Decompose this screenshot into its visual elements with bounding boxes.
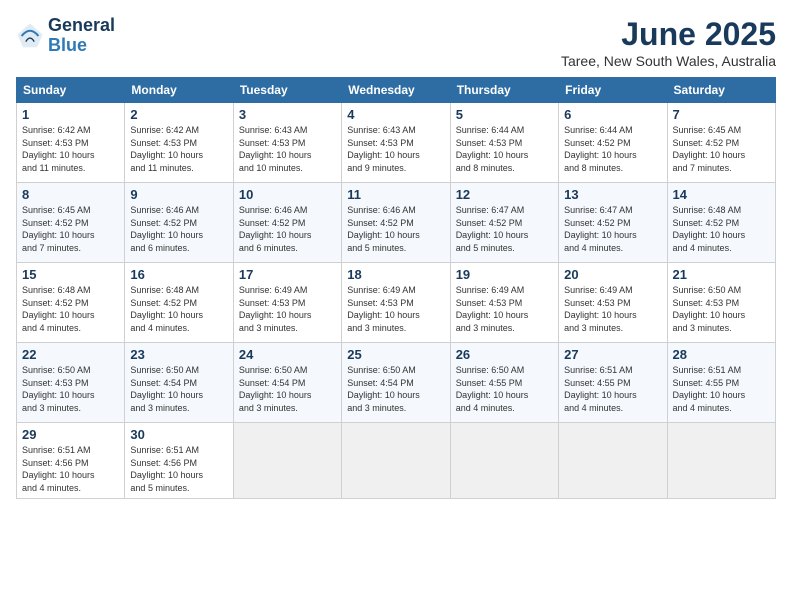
page-header: General Blue June 2025 Taree, New South … <box>16 16 776 69</box>
table-row: 10 Sunrise: 6:46 AMSunset: 4:52 PMDaylig… <box>233 183 341 263</box>
empty-cell <box>233 423 341 499</box>
empty-cell <box>450 423 558 499</box>
calendar-header-row: Sunday Monday Tuesday Wednesday Thursday… <box>17 78 776 103</box>
empty-cell <box>667 423 775 499</box>
table-row: 22 Sunrise: 6:50 AMSunset: 4:53 PMDaylig… <box>17 343 125 423</box>
location-subtitle: Taree, New South Wales, Australia <box>561 53 776 69</box>
table-row: 9 Sunrise: 6:46 AMSunset: 4:52 PMDayligh… <box>125 183 233 263</box>
table-row: 16 Sunrise: 6:48 AMSunset: 4:52 PMDaylig… <box>125 263 233 343</box>
logo-general: General <box>48 15 115 35</box>
table-row: 29 Sunrise: 6:51 AMSunset: 4:56 PMDaylig… <box>17 423 125 499</box>
table-row: 4 Sunrise: 6:43 AMSunset: 4:53 PMDayligh… <box>342 103 450 183</box>
table-row: 17 Sunrise: 6:49 AMSunset: 4:53 PMDaylig… <box>233 263 341 343</box>
table-row: 21 Sunrise: 6:50 AMSunset: 4:53 PMDaylig… <box>667 263 775 343</box>
table-row: 3 Sunrise: 6:43 AMSunset: 4:53 PMDayligh… <box>233 103 341 183</box>
col-monday: Monday <box>125 78 233 103</box>
empty-cell <box>559 423 667 499</box>
table-row: 18 Sunrise: 6:49 AMSunset: 4:53 PMDaylig… <box>342 263 450 343</box>
empty-cell <box>342 423 450 499</box>
table-row: 25 Sunrise: 6:50 AMSunset: 4:54 PMDaylig… <box>342 343 450 423</box>
table-row: 23 Sunrise: 6:50 AMSunset: 4:54 PMDaylig… <box>125 343 233 423</box>
table-row: 8 Sunrise: 6:45 AMSunset: 4:52 PMDayligh… <box>17 183 125 263</box>
table-row: 13 Sunrise: 6:47 AMSunset: 4:52 PMDaylig… <box>559 183 667 263</box>
month-year-title: June 2025 <box>561 16 776 53</box>
table-row: 2 Sunrise: 6:42 AMSunset: 4:53 PMDayligh… <box>125 103 233 183</box>
table-row: 19 Sunrise: 6:49 AMSunset: 4:53 PMDaylig… <box>450 263 558 343</box>
table-row: 7 Sunrise: 6:45 AMSunset: 4:52 PMDayligh… <box>667 103 775 183</box>
table-row: 12 Sunrise: 6:47 AMSunset: 4:52 PMDaylig… <box>450 183 558 263</box>
table-row: 30 Sunrise: 6:51 AMSunset: 4:56 PMDaylig… <box>125 423 233 499</box>
table-row: 6 Sunrise: 6:44 AMSunset: 4:52 PMDayligh… <box>559 103 667 183</box>
col-sunday: Sunday <box>17 78 125 103</box>
logo: General Blue <box>16 16 115 56</box>
table-row: 15 Sunrise: 6:48 AMSunset: 4:52 PMDaylig… <box>17 263 125 343</box>
calendar-week-5: 29 Sunrise: 6:51 AMSunset: 4:56 PMDaylig… <box>17 423 776 499</box>
table-row: 11 Sunrise: 6:46 AMSunset: 4:52 PMDaylig… <box>342 183 450 263</box>
col-tuesday: Tuesday <box>233 78 341 103</box>
calendar-table: Sunday Monday Tuesday Wednesday Thursday… <box>16 77 776 499</box>
table-row: 14 Sunrise: 6:48 AMSunset: 4:52 PMDaylig… <box>667 183 775 263</box>
table-row: 28 Sunrise: 6:51 AMSunset: 4:55 PMDaylig… <box>667 343 775 423</box>
logo-icon <box>16 22 44 50</box>
logo-blue: Blue <box>48 35 87 55</box>
col-thursday: Thursday <box>450 78 558 103</box>
calendar-week-3: 15 Sunrise: 6:48 AMSunset: 4:52 PMDaylig… <box>17 263 776 343</box>
table-row: 1 Sunrise: 6:42 AMSunset: 4:53 PMDayligh… <box>17 103 125 183</box>
calendar-week-2: 8 Sunrise: 6:45 AMSunset: 4:52 PMDayligh… <box>17 183 776 263</box>
col-wednesday: Wednesday <box>342 78 450 103</box>
col-saturday: Saturday <box>667 78 775 103</box>
col-friday: Friday <box>559 78 667 103</box>
table-row: 5 Sunrise: 6:44 AMSunset: 4:53 PMDayligh… <box>450 103 558 183</box>
table-row: 26 Sunrise: 6:50 AMSunset: 4:55 PMDaylig… <box>450 343 558 423</box>
table-row: 20 Sunrise: 6:49 AMSunset: 4:53 PMDaylig… <box>559 263 667 343</box>
calendar-week-4: 22 Sunrise: 6:50 AMSunset: 4:53 PMDaylig… <box>17 343 776 423</box>
table-row: 24 Sunrise: 6:50 AMSunset: 4:54 PMDaylig… <box>233 343 341 423</box>
table-row: 27 Sunrise: 6:51 AMSunset: 4:55 PMDaylig… <box>559 343 667 423</box>
title-section: June 2025 Taree, New South Wales, Austra… <box>561 16 776 69</box>
calendar-week-1: 1 Sunrise: 6:42 AMSunset: 4:53 PMDayligh… <box>17 103 776 183</box>
